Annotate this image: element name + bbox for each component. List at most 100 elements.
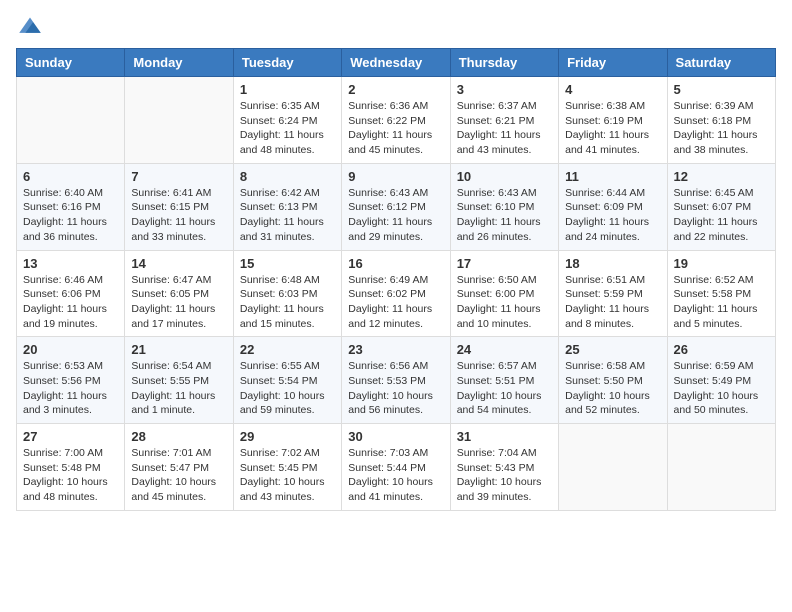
- day-info: Sunrise: 7:03 AM Sunset: 5:44 PM Dayligh…: [348, 446, 443, 505]
- day-info: Sunrise: 6:46 AM Sunset: 6:06 PM Dayligh…: [23, 273, 118, 332]
- day-info: Sunrise: 6:53 AM Sunset: 5:56 PM Dayligh…: [23, 359, 118, 418]
- day-info: Sunrise: 6:58 AM Sunset: 5:50 PM Dayligh…: [565, 359, 660, 418]
- calendar-week-row: 20 Sunrise: 6:53 AM Sunset: 5:56 PM Dayli…: [17, 337, 776, 424]
- day-number: 13: [23, 256, 118, 271]
- day-info: Sunrise: 6:45 AM Sunset: 6:07 PM Dayligh…: [674, 186, 769, 245]
- calendar-cell: [559, 424, 667, 511]
- day-info: Sunrise: 6:35 AM Sunset: 6:24 PM Dayligh…: [240, 99, 335, 158]
- day-number: 4: [565, 82, 660, 97]
- day-info: Sunrise: 6:54 AM Sunset: 5:55 PM Dayligh…: [131, 359, 226, 418]
- day-number: 31: [457, 429, 552, 444]
- day-info: Sunrise: 6:42 AM Sunset: 6:13 PM Dayligh…: [240, 186, 335, 245]
- day-number: 24: [457, 342, 552, 357]
- day-info: Sunrise: 6:36 AM Sunset: 6:22 PM Dayligh…: [348, 99, 443, 158]
- calendar-week-row: 27 Sunrise: 7:00 AM Sunset: 5:48 PM Dayli…: [17, 424, 776, 511]
- logo: [16, 16, 48, 36]
- calendar-cell: 3 Sunrise: 6:37 AM Sunset: 6:21 PM Daylig…: [450, 77, 558, 164]
- calendar-cell: 1 Sunrise: 6:35 AM Sunset: 6:24 PM Daylig…: [233, 77, 341, 164]
- calendar-cell: 11 Sunrise: 6:44 AM Sunset: 6:09 PM Dayli…: [559, 163, 667, 250]
- day-info: Sunrise: 6:37 AM Sunset: 6:21 PM Dayligh…: [457, 99, 552, 158]
- column-header-thursday: Thursday: [450, 49, 558, 77]
- day-number: 10: [457, 169, 552, 184]
- day-info: Sunrise: 6:49 AM Sunset: 6:02 PM Dayligh…: [348, 273, 443, 332]
- day-number: 17: [457, 256, 552, 271]
- column-header-wednesday: Wednesday: [342, 49, 450, 77]
- day-number: 8: [240, 169, 335, 184]
- calendar-cell: 23Sunrise: 6:56 AM Sunset: 5:53 PM Dayli…: [342, 337, 450, 424]
- day-number: 25: [565, 342, 660, 357]
- day-number: 28: [131, 429, 226, 444]
- day-info: Sunrise: 7:02 AM Sunset: 5:45 PM Dayligh…: [240, 446, 335, 505]
- day-number: 19: [674, 256, 769, 271]
- calendar-cell: 19 Sunrise: 6:52 AM Sunset: 5:58 PM Dayli…: [667, 250, 775, 337]
- column-header-saturday: Saturday: [667, 49, 775, 77]
- column-header-tuesday: Tuesday: [233, 49, 341, 77]
- page-header: [16, 16, 776, 36]
- calendar-cell: 9 Sunrise: 6:43 AM Sunset: 6:12 PM Daylig…: [342, 163, 450, 250]
- day-info: Sunrise: 6:41 AM Sunset: 6:15 PM Dayligh…: [131, 186, 226, 245]
- calendar-header-row: SundayMondayTuesdayWednesdayThursdayFrid…: [17, 49, 776, 77]
- day-number: 12: [674, 169, 769, 184]
- calendar-cell: 4 Sunrise: 6:38 AM Sunset: 6:19 PM Daylig…: [559, 77, 667, 164]
- column-header-friday: Friday: [559, 49, 667, 77]
- calendar-cell: 5 Sunrise: 6:39 AM Sunset: 6:18 PM Daylig…: [667, 77, 775, 164]
- calendar-cell: 25 Sunrise: 6:58 AM Sunset: 5:50 PM Dayli…: [559, 337, 667, 424]
- calendar-cell: 14 Sunrise: 6:47 AM Sunset: 6:05 PM Dayli…: [125, 250, 233, 337]
- calendar-cell: [125, 77, 233, 164]
- calendar-cell: 31Sunrise: 7:04 AM Sunset: 5:43 PM Dayli…: [450, 424, 558, 511]
- calendar-cell: 20 Sunrise: 6:53 AM Sunset: 5:56 PM Dayli…: [17, 337, 125, 424]
- calendar-cell: 26 Sunrise: 6:59 AM Sunset: 5:49 PM Dayli…: [667, 337, 775, 424]
- day-info: Sunrise: 6:38 AM Sunset: 6:19 PM Dayligh…: [565, 99, 660, 158]
- day-number: 20: [23, 342, 118, 357]
- day-info: Sunrise: 6:57 AM Sunset: 5:51 PM Dayligh…: [457, 359, 552, 418]
- column-header-monday: Monday: [125, 49, 233, 77]
- day-info: Sunrise: 6:43 AM Sunset: 6:12 PM Dayligh…: [348, 186, 443, 245]
- day-number: 21: [131, 342, 226, 357]
- day-number: 11: [565, 169, 660, 184]
- logo-icon: [16, 16, 44, 36]
- calendar-cell: 2 Sunrise: 6:36 AM Sunset: 6:22 PM Daylig…: [342, 77, 450, 164]
- day-info: Sunrise: 6:40 AM Sunset: 6:16 PM Dayligh…: [23, 186, 118, 245]
- calendar-cell: 15 Sunrise: 6:48 AM Sunset: 6:03 PM Dayli…: [233, 250, 341, 337]
- day-number: 15: [240, 256, 335, 271]
- calendar-cell: 21 Sunrise: 6:54 AM Sunset: 5:55 PM Dayli…: [125, 337, 233, 424]
- calendar-cell: 12 Sunrise: 6:45 AM Sunset: 6:07 PM Dayli…: [667, 163, 775, 250]
- day-info: Sunrise: 6:47 AM Sunset: 6:05 PM Dayligh…: [131, 273, 226, 332]
- calendar-cell: 8 Sunrise: 6:42 AM Sunset: 6:13 PM Daylig…: [233, 163, 341, 250]
- calendar-cell: 13 Sunrise: 6:46 AM Sunset: 6:06 PM Dayli…: [17, 250, 125, 337]
- calendar-cell: 28 Sunrise: 7:01 AM Sunset: 5:47 PM Dayli…: [125, 424, 233, 511]
- calendar-cell: 18 Sunrise: 6:51 AM Sunset: 5:59 PM Dayli…: [559, 250, 667, 337]
- calendar-table: SundayMondayTuesdayWednesdayThursdayFrid…: [16, 48, 776, 511]
- day-info: Sunrise: 7:00 AM Sunset: 5:48 PM Dayligh…: [23, 446, 118, 505]
- day-info: Sunrise: 6:52 AM Sunset: 5:58 PM Dayligh…: [674, 273, 769, 332]
- day-info: Sunrise: 6:44 AM Sunset: 6:09 PM Dayligh…: [565, 186, 660, 245]
- day-number: 3: [457, 82, 552, 97]
- day-info: Sunrise: 6:50 AM Sunset: 6:00 PM Dayligh…: [457, 273, 552, 332]
- day-info: Sunrise: 7:01 AM Sunset: 5:47 PM Dayligh…: [131, 446, 226, 505]
- day-info: Sunrise: 6:48 AM Sunset: 6:03 PM Dayligh…: [240, 273, 335, 332]
- day-number: 30: [348, 429, 443, 444]
- day-number: 2: [348, 82, 443, 97]
- day-number: 26: [674, 342, 769, 357]
- day-info: Sunrise: 6:43 AM Sunset: 6:10 PM Dayligh…: [457, 186, 552, 245]
- day-number: 27: [23, 429, 118, 444]
- day-info: Sunrise: 6:51 AM Sunset: 5:59 PM Dayligh…: [565, 273, 660, 332]
- day-number: 5: [674, 82, 769, 97]
- day-info: Sunrise: 6:39 AM Sunset: 6:18 PM Dayligh…: [674, 99, 769, 158]
- day-number: 14: [131, 256, 226, 271]
- calendar-cell: 27 Sunrise: 7:00 AM Sunset: 5:48 PM Dayli…: [17, 424, 125, 511]
- day-number: 29: [240, 429, 335, 444]
- day-number: 9: [348, 169, 443, 184]
- calendar-cell: 10 Sunrise: 6:43 AM Sunset: 6:10 PM Dayli…: [450, 163, 558, 250]
- day-number: 1: [240, 82, 335, 97]
- calendar-week-row: 6Sunrise: 6:40 AM Sunset: 6:16 PM Daylig…: [17, 163, 776, 250]
- day-info: Sunrise: 6:55 AM Sunset: 5:54 PM Dayligh…: [240, 359, 335, 418]
- column-header-sunday: Sunday: [17, 49, 125, 77]
- calendar-cell: 24 Sunrise: 6:57 AM Sunset: 5:51 PM Dayli…: [450, 337, 558, 424]
- day-number: 18: [565, 256, 660, 271]
- calendar-cell: 30 Sunrise: 7:03 AM Sunset: 5:44 PM Dayli…: [342, 424, 450, 511]
- day-info: Sunrise: 6:59 AM Sunset: 5:49 PM Dayligh…: [674, 359, 769, 418]
- day-number: 16: [348, 256, 443, 271]
- day-number: 23: [348, 342, 443, 357]
- calendar-cell: [17, 77, 125, 164]
